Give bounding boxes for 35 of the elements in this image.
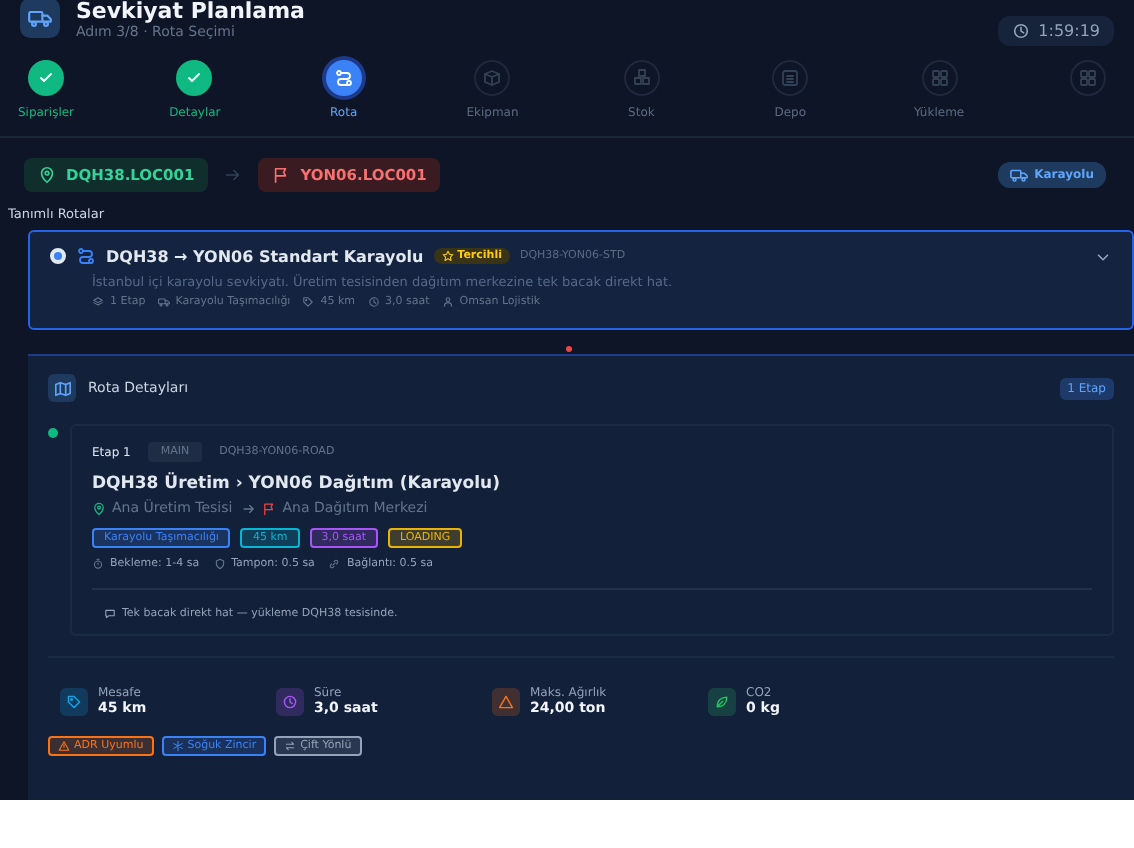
timer-badge: 1:59:19 xyxy=(998,15,1114,45)
radio-button[interactable] xyxy=(50,248,66,264)
timeline-dot xyxy=(48,428,58,438)
swap-icon xyxy=(284,740,297,752)
page-title: Sevkiyat Planlama xyxy=(76,0,307,23)
indicator-dot xyxy=(566,346,572,352)
step-indicator[interactable] xyxy=(176,60,213,96)
step-indicator[interactable] xyxy=(28,60,64,96)
comment-icon xyxy=(104,608,116,620)
tag-icon xyxy=(302,296,315,308)
map-icon xyxy=(48,374,76,402)
pin-icon xyxy=(92,501,106,515)
flag-icon xyxy=(262,501,277,515)
clock-icon xyxy=(1012,21,1031,39)
timer-icon xyxy=(92,558,104,570)
truck-icon xyxy=(1010,165,1029,183)
snowflake-icon xyxy=(171,740,184,752)
route-option-card[interactable] xyxy=(28,230,1134,330)
arrow-icon xyxy=(242,501,257,515)
shield-icon xyxy=(213,558,226,570)
route-title: DQH38 → YON06 Standart Karayolu xyxy=(106,247,424,265)
truck-icon xyxy=(20,0,60,38)
step-indicator[interactable] xyxy=(325,60,362,96)
warning-icon xyxy=(58,740,70,752)
truck-icon xyxy=(157,296,170,308)
route-icon xyxy=(76,246,96,266)
clock-icon xyxy=(367,296,380,308)
person-icon xyxy=(441,296,454,308)
link-icon xyxy=(328,558,341,570)
pin-icon xyxy=(38,165,56,183)
arrow-icon xyxy=(224,165,243,183)
layers-icon xyxy=(92,296,104,308)
flag-icon xyxy=(272,165,291,183)
star-icon xyxy=(441,250,454,262)
stage-title: DQH38 Üretim › YON06 Dağıtım (Karayolu) xyxy=(92,474,502,494)
